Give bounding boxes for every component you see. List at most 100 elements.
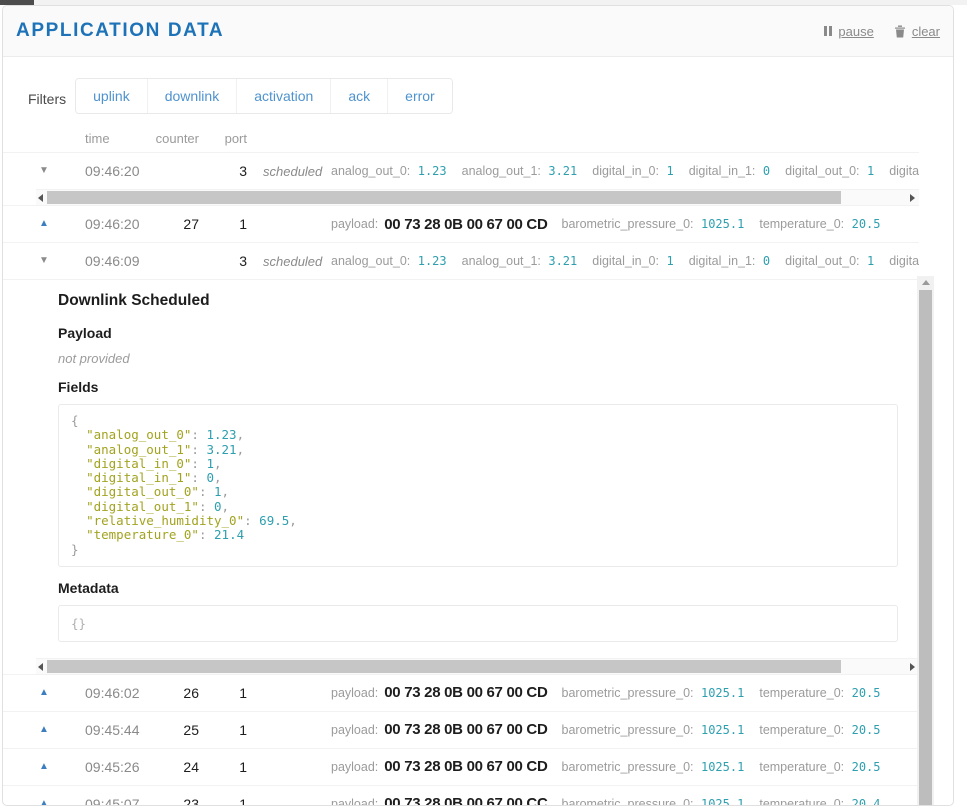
- horizontal-scrollbar-thumb[interactable]: [47, 660, 841, 673]
- event-fields: payload: 00 73 28 0B 00 67 00 CD barometri…: [247, 684, 919, 702]
- field-label: digital_out_1:: [889, 254, 919, 268]
- field-label: analog_out_1:: [462, 254, 545, 268]
- json-token: 1: [214, 484, 222, 499]
- event-row[interactable]: ▲ 09:45:07 23 1 payload:00 73 28 0B 00 6…: [3, 785, 919, 806]
- json-token: {: [71, 413, 79, 428]
- filter-button-activation[interactable]: activation: [236, 79, 330, 113]
- field-label: barometric_pressure_0:: [562, 760, 697, 774]
- scroll-right-arrow-icon[interactable]: [910, 194, 915, 202]
- event-time: 09:45:26: [85, 759, 155, 775]
- expander-icon[interactable]: ▲: [39, 219, 85, 229]
- event-counter: 23: [155, 796, 199, 806]
- json-token: "temperature_0": [86, 527, 199, 542]
- payload-value: 00 73 28 0B 00 67 00 CD: [384, 684, 547, 701]
- json-token: "analog_out_0": [86, 427, 191, 442]
- json-token: [71, 513, 86, 528]
- pause-icon: [824, 26, 832, 36]
- field-label: digital_in_0:: [592, 254, 662, 268]
- payload-value: 00 73 28 0B 00 67 00 CD: [384, 721, 547, 738]
- event-row[interactable]: ▲ 09:46:02 26 1 payload:00 73 28 0B 00 6…: [3, 674, 919, 711]
- json-token: [71, 527, 86, 542]
- event-counter: 24: [155, 759, 199, 775]
- field-item: digital_out_0: 1: [785, 162, 874, 180]
- column-header-counter: counter: [155, 131, 199, 146]
- expander-icon[interactable]: ▼: [39, 256, 85, 266]
- field-value: 20.5: [852, 686, 881, 700]
- filters-row: Filters uplinkdownlinkactivationackerror: [28, 78, 953, 114]
- event-row[interactable]: ▲ 09:45:26 24 1 payload:00 73 28 0B 00 6…: [3, 748, 919, 785]
- field-item: digital_in_1: 0: [689, 252, 770, 270]
- horizontal-scrollbar-thumb[interactable]: [47, 191, 841, 204]
- field-label: analog_out_0:: [331, 254, 414, 268]
- clear-label: clear: [912, 24, 940, 39]
- event-fields: scheduled analog_out_0: 1.23analog_out_1…: [247, 252, 919, 270]
- pause-button[interactable]: pause: [824, 24, 873, 39]
- page-title: APPLICATION DATA: [16, 20, 224, 42]
- vertical-scrollbar[interactable]: [917, 276, 934, 806]
- event-time: 09:46:02: [85, 685, 155, 701]
- field-value: 20.4: [852, 797, 881, 806]
- field-item: barometric_pressure_0: 1025.1: [562, 684, 745, 702]
- json-token: :: [191, 456, 206, 471]
- field-value: 3.21: [548, 164, 577, 178]
- event-counter: 26: [155, 685, 199, 701]
- json-token: ,: [237, 427, 245, 442]
- vertical-scrollbar-thumb[interactable]: [919, 290, 932, 806]
- scroll-left-arrow-icon[interactable]: [38, 194, 43, 202]
- payload-label: payload:: [331, 217, 378, 231]
- payload-value: 00 73 28 0B 00 67 00 CD: [384, 758, 547, 775]
- field-value: 1025.1: [701, 760, 744, 774]
- event-fields: payload: 00 73 28 0B 00 67 00 CD barometri…: [247, 758, 919, 776]
- field-item: temperature_0: 20.5: [759, 721, 880, 739]
- json-token: :: [244, 513, 259, 528]
- scroll-up-arrow-icon[interactable]: [922, 280, 930, 285]
- fields-heading: Fields: [58, 379, 919, 395]
- expander-icon[interactable]: ▲: [39, 762, 85, 772]
- field-value: 1.23: [418, 254, 447, 268]
- event-row[interactable]: ▼ 09:46:20 3 scheduled analog_out_0: 1.2…: [3, 152, 919, 189]
- payload-heading: Payload: [58, 325, 919, 341]
- scroll-left-arrow-icon[interactable]: [38, 663, 43, 671]
- payload-label: payload:: [331, 686, 378, 700]
- metadata-heading: Metadata: [58, 580, 919, 596]
- event-stream: ▼ 09:46:20 3 scheduled analog_out_0: 1.2…: [3, 152, 919, 806]
- json-token: [71, 442, 86, 457]
- filter-button-ack[interactable]: ack: [330, 79, 387, 113]
- payload-label: payload:: [331, 797, 378, 806]
- trash-icon: [894, 25, 906, 38]
- clear-button[interactable]: clear: [894, 24, 940, 39]
- payload-label: payload:: [331, 760, 378, 774]
- event-fields: scheduled analog_out_0: 1.23analog_out_1…: [247, 162, 919, 180]
- filter-button-error[interactable]: error: [387, 79, 452, 113]
- json-token: "relative_humidity_0": [86, 513, 244, 528]
- field-item: analog_out_0: 1.23: [331, 252, 447, 270]
- expander-icon[interactable]: ▲: [39, 799, 85, 806]
- event-row[interactable]: ▼ 09:46:09 3 scheduled analog_out_0: 1.2…: [3, 242, 919, 279]
- expander-icon[interactable]: ▲: [39, 688, 85, 698]
- filter-button-downlink[interactable]: downlink: [147, 79, 236, 113]
- event-port: 1: [199, 796, 247, 806]
- filter-button-uplink[interactable]: uplink: [76, 79, 147, 113]
- scroll-right-arrow-icon[interactable]: [910, 663, 915, 671]
- field-label: temperature_0:: [759, 797, 847, 806]
- json-token: 21.4: [214, 527, 244, 542]
- horizontal-scrollbar[interactable]: [36, 189, 919, 205]
- json-token: "digital_in_0": [86, 456, 191, 471]
- field-label: temperature_0:: [759, 760, 847, 774]
- json-token: ,: [214, 470, 222, 485]
- field-value: 1: [666, 254, 673, 268]
- field-value: 1.23: [418, 164, 447, 178]
- event-row[interactable]: ▲ 09:45:44 25 1 payload:00 73 28 0B 00 6…: [3, 711, 919, 748]
- json-token: 1: [206, 456, 214, 471]
- horizontal-scrollbar[interactable]: [36, 658, 919, 674]
- json-token: ,: [289, 513, 297, 528]
- field-value: 20.5: [852, 760, 881, 774]
- event-row[interactable]: ▲ 09:46:20 27 1 payload:00 73 28 0B 00 6…: [3, 205, 919, 242]
- event-port: 1: [199, 216, 247, 232]
- event-time: 09:46:20: [85, 163, 155, 179]
- json-token: 69.5: [259, 513, 289, 528]
- expander-icon[interactable]: ▲: [39, 725, 85, 735]
- field-item: barometric_pressure_0: 1025.1: [562, 215, 745, 233]
- field-label: temperature_0:: [759, 723, 847, 737]
- expander-icon[interactable]: ▼: [39, 166, 85, 176]
